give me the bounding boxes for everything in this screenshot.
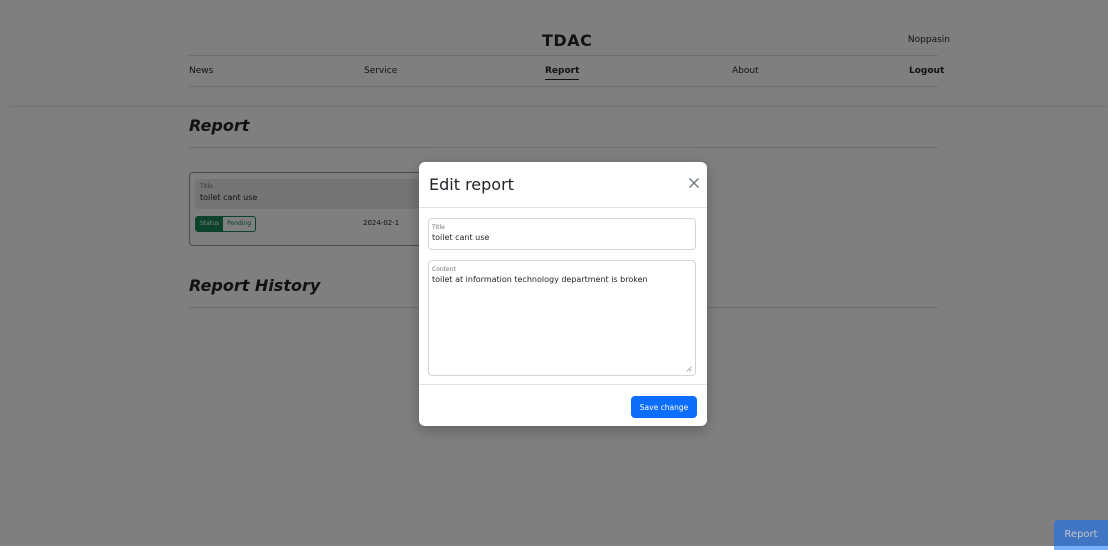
modal-title: Edit report xyxy=(429,175,514,194)
content-textarea-value: toilet at information technology departm… xyxy=(432,275,648,284)
save-change-button[interactable]: Save change xyxy=(631,396,697,418)
resize-grip-icon[interactable] xyxy=(686,366,692,372)
title-input-value: toilet cant use xyxy=(432,233,490,242)
modal-header: Edit report xyxy=(419,162,707,208)
title-input-label: Title xyxy=(432,224,445,231)
close-button[interactable] xyxy=(685,174,703,192)
content-textarea-label: Content xyxy=(432,266,456,273)
edit-report-modal: Edit report Title toilet cant use Conten… xyxy=(419,162,707,426)
modal-footer: Save change xyxy=(419,384,707,427)
content-textarea[interactable]: Content toilet at information technology… xyxy=(428,260,696,376)
close-icon xyxy=(689,178,699,188)
title-input[interactable]: Title toilet cant use xyxy=(428,218,696,250)
modal-body: Title toilet cant use Content toilet at … xyxy=(419,207,707,384)
